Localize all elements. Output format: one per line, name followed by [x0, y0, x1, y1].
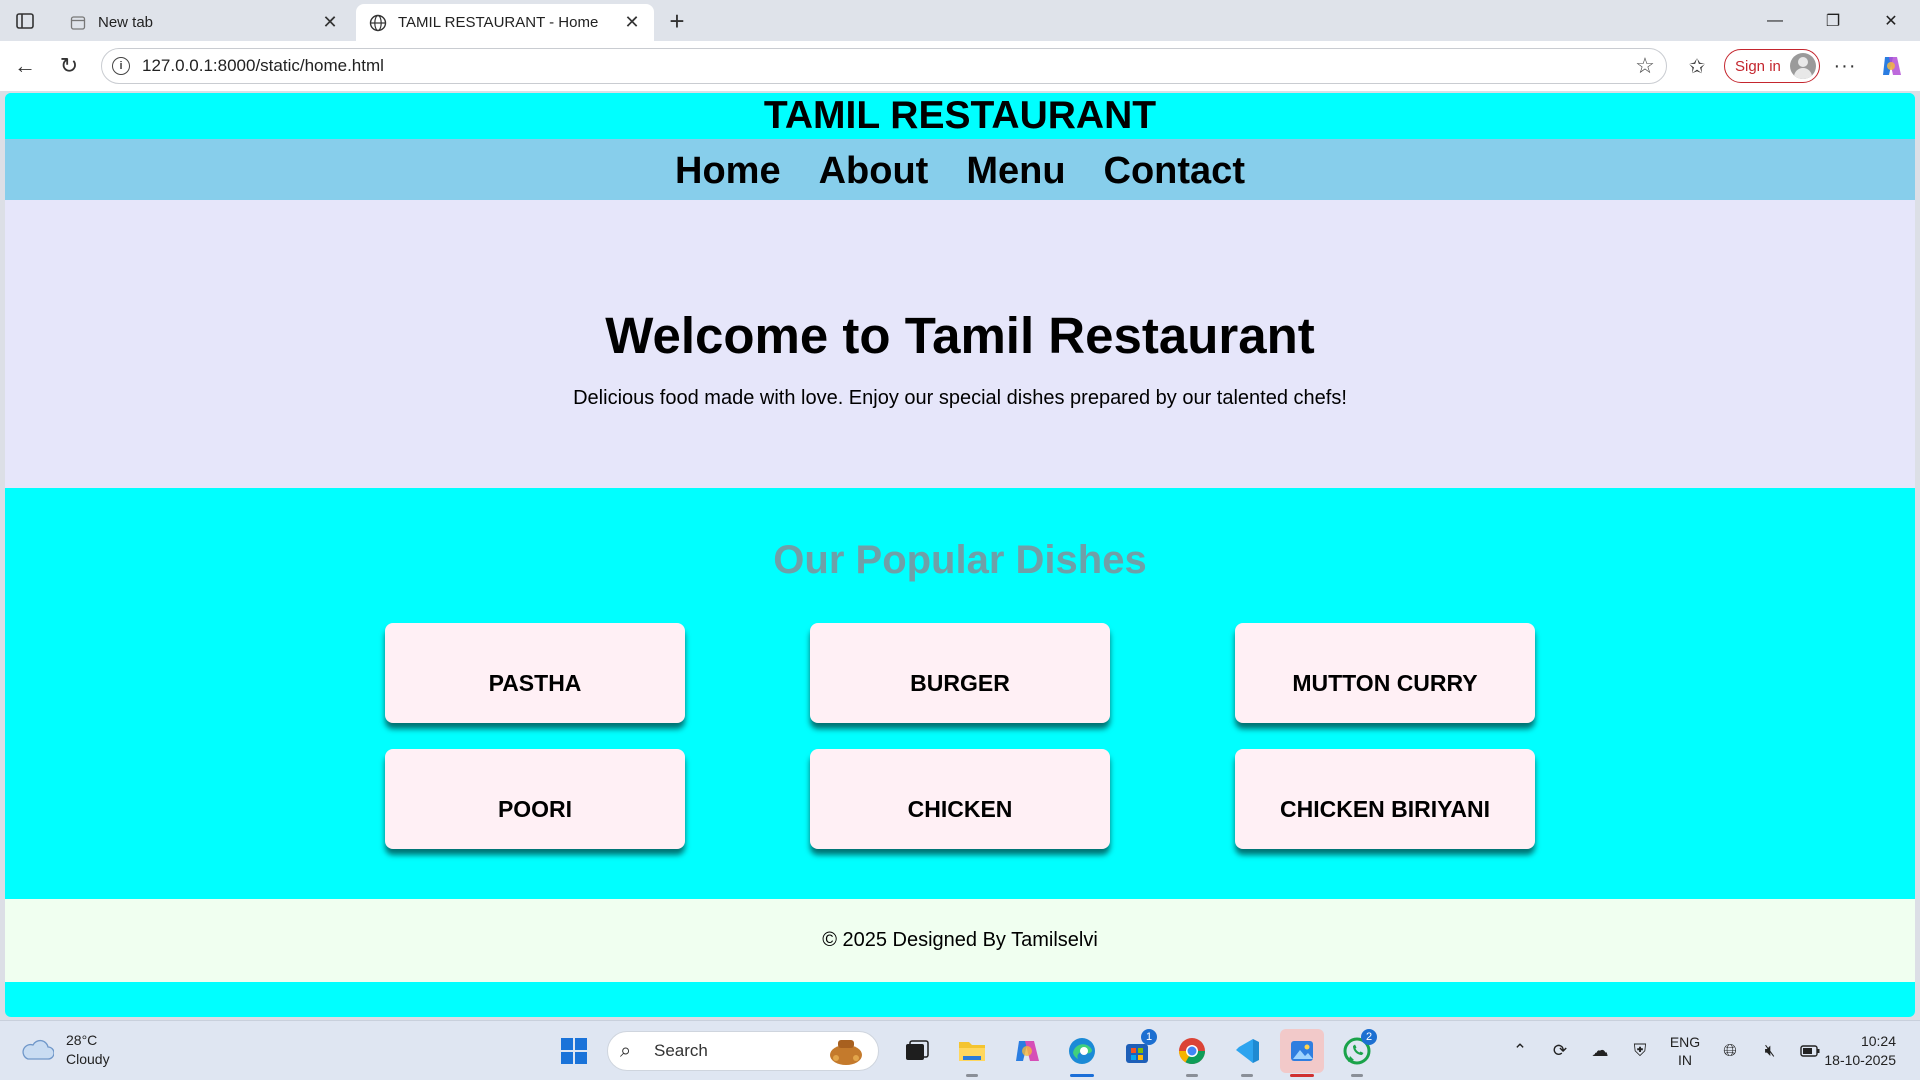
- taskbar-search-box[interactable]: ⌕ Search: [607, 1031, 879, 1071]
- popular-dishes-section: Our Popular Dishes PASTHA BURGER MUTTON …: [5, 488, 1915, 899]
- running-indicator: [966, 1074, 978, 1077]
- notification-badge: 1: [1141, 1029, 1157, 1045]
- weather-condition: Cloudy: [66, 1051, 110, 1067]
- back-icon[interactable]: ←: [10, 51, 40, 81]
- sign-in-label: Sign in: [1735, 57, 1781, 75]
- hero-text: Delicious food made with love. Enjoy our…: [573, 387, 1347, 409]
- vscode-icon[interactable]: [1225, 1029, 1269, 1077]
- whatsapp-icon[interactable]: 2: [1335, 1029, 1379, 1077]
- window-controls: — ❐ ✕: [1746, 0, 1920, 41]
- clock-time: 10:24: [1860, 1033, 1896, 1049]
- photos-app-icon[interactable]: [1280, 1029, 1324, 1077]
- sign-in-button[interactable]: Sign in: [1724, 49, 1820, 83]
- site-header: TAMIL RESTAURANT: [5, 93, 1915, 139]
- close-window-icon[interactable]: ✕: [1862, 0, 1920, 41]
- footer-text: © 2025 Designed By Tamilselvi: [822, 929, 1098, 951]
- dish-card[interactable]: PASTHA: [385, 623, 685, 723]
- more-icon[interactable]: ···: [1830, 51, 1860, 81]
- page-viewport: TAMIL RESTAURANT Home About Menu Contact…: [5, 93, 1915, 1017]
- url-text[interactable]: 127.0.0.1:8000/static/home.html: [142, 56, 1630, 76]
- tab-title: New tab: [98, 14, 154, 31]
- info-icon[interactable]: i: [112, 57, 130, 75]
- search-highlight-pot-icon: [830, 1040, 862, 1065]
- star-icon[interactable]: ☆: [1630, 53, 1660, 79]
- language-indicator[interactable]: ENG IN: [1660, 1033, 1710, 1069]
- nav-link-contact[interactable]: Contact: [1104, 146, 1245, 193]
- search-icon: ⌕: [620, 1039, 632, 1062]
- dish-card[interactable]: BURGER: [810, 623, 1110, 723]
- clock-date: 18-10-2025: [1824, 1052, 1896, 1068]
- dishes-heading: Our Popular Dishes: [773, 538, 1147, 582]
- tab-title: TAMIL RESTAURANT - Home: [398, 14, 599, 31]
- site-nav: Home About Menu Contact: [5, 139, 1915, 200]
- running-indicator: [1241, 1074, 1253, 1077]
- task-view-icon[interactable]: [895, 1029, 939, 1073]
- system-tray: ⌃ ⟳ ☁ ⛨ ENG IN 🌐︎ 🔇︎: [1500, 1021, 1830, 1080]
- nav-link-menu[interactable]: Menu: [966, 146, 1065, 193]
- nav-link-home[interactable]: Home: [675, 146, 781, 193]
- copilot-app-icon[interactable]: [1005, 1029, 1049, 1073]
- weather-temp: 28°C: [66, 1032, 98, 1048]
- close-tab-icon[interactable]: ✕: [622, 12, 642, 33]
- dish-grid: PASTHA BURGER MUTTON CURRY POORI CHICKEN…: [5, 623, 1915, 849]
- nav-link-about[interactable]: About: [819, 146, 929, 193]
- lang-region: IN: [1678, 1052, 1692, 1068]
- tab-new-tab[interactable]: New tab ✕: [56, 4, 352, 41]
- security-shield-icon[interactable]: ⛨: [1620, 1031, 1660, 1071]
- weather-widget[interactable]: 28°C Cloudy: [20, 1031, 110, 1069]
- globe-icon: [368, 13, 388, 33]
- dish-card[interactable]: POORI: [385, 749, 685, 849]
- copilot-icon[interactable]: [1876, 51, 1906, 81]
- start-windows-icon[interactable]: [552, 1029, 596, 1073]
- minimize-icon[interactable]: —: [1746, 0, 1804, 41]
- network-globe-icon[interactable]: 🌐︎: [1710, 1031, 1750, 1071]
- chrome-icon[interactable]: [1170, 1029, 1214, 1077]
- site-title: TAMIL RESTAURANT: [763, 94, 1157, 137]
- taskbar: 28°C Cloudy ⌕ Search 1 2 ⌃ ⟳ ☁ ⛨ ENG IN …: [0, 1020, 1920, 1080]
- taskbar-apps: ⌕ Search 1 2: [552, 1029, 1390, 1077]
- tab-tamil-restaurant[interactable]: TAMIL RESTAURANT - Home ✕: [356, 4, 654, 41]
- onedrive-offline-icon[interactable]: ☁: [1580, 1031, 1620, 1071]
- running-indicator: [1070, 1074, 1094, 1077]
- file-explorer-icon[interactable]: [950, 1029, 994, 1077]
- running-indicator: [1290, 1074, 1314, 1077]
- reload-icon[interactable]: ↻: [54, 51, 84, 81]
- site-footer: © 2025 Designed By Tamilselvi: [5, 899, 1915, 982]
- restore-icon[interactable]: ❐: [1804, 0, 1862, 41]
- edge-browser-icon[interactable]: [1060, 1029, 1104, 1077]
- running-indicator: [1186, 1074, 1198, 1077]
- microsoft-store-icon[interactable]: 1: [1115, 1029, 1159, 1073]
- hero-heading: Welcome to Tamil Restaurant: [605, 307, 1315, 364]
- sync-icon[interactable]: ⟳: [1540, 1031, 1580, 1071]
- hero-section: Welcome to Tamil Restaurant Delicious fo…: [5, 200, 1915, 488]
- volume-muted-icon[interactable]: 🔇︎: [1750, 1031, 1790, 1071]
- clock[interactable]: 10:24 18-10-2025: [1824, 1032, 1896, 1070]
- close-tab-icon[interactable]: ✕: [320, 12, 340, 33]
- chevron-up-icon[interactable]: ⌃: [1500, 1031, 1540, 1071]
- new-tab-page-icon: [68, 13, 88, 33]
- dish-card[interactable]: CHICKEN BIRIYANI: [1235, 749, 1535, 849]
- new-tab-plus-icon[interactable]: +: [662, 6, 692, 36]
- running-indicator: [1351, 1074, 1363, 1077]
- search-label: Search: [654, 1041, 708, 1060]
- browser-toolbar: ← ↻ i 127.0.0.1:8000/static/home.html ☆ …: [0, 41, 1920, 91]
- favorites-icon[interactable]: ✩: [1682, 51, 1712, 81]
- cloud-icon: [22, 1039, 54, 1060]
- lang-code: ENG: [1669, 1034, 1701, 1050]
- dish-card[interactable]: CHICKEN: [810, 749, 1110, 849]
- notification-badge: 2: [1361, 1029, 1377, 1045]
- avatar-icon: [1790, 53, 1816, 79]
- sidebar-toggle-icon[interactable]: [10, 8, 40, 34]
- address-bar[interactable]: i 127.0.0.1:8000/static/home.html ☆: [101, 48, 1667, 84]
- dish-card[interactable]: MUTTON CURRY: [1235, 623, 1535, 723]
- browser-tab-bar: New tab ✕ TAMIL RESTAURANT - Home ✕ + — …: [0, 0, 1920, 41]
